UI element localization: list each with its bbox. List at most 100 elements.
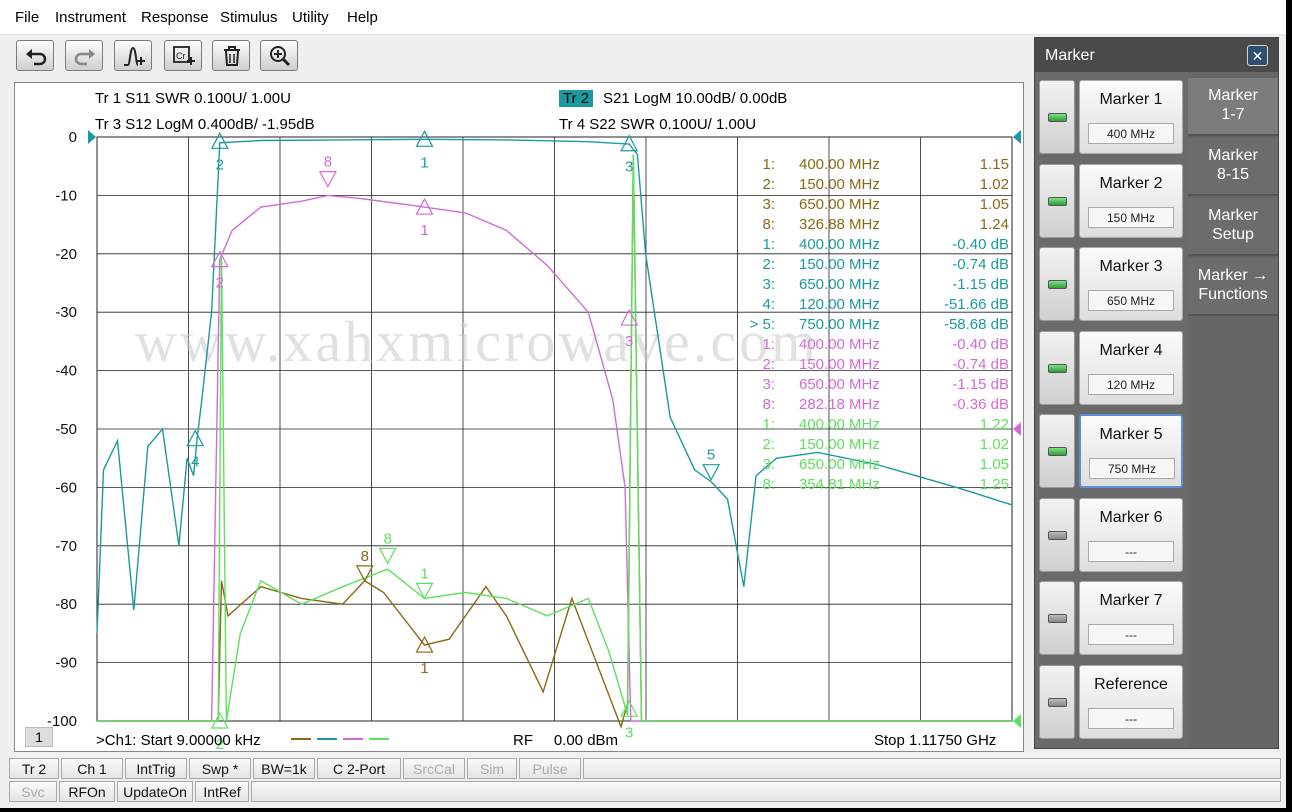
marker-readout-index: 8: [762,216,775,233]
marker-frequency-field[interactable]: --- [1088,707,1174,729]
marker-add-button[interactable] [114,40,152,71]
marker-frequency-field[interactable]: --- [1088,540,1174,562]
menu-utility[interactable]: Utility [292,9,329,26]
tab-marker-2[interactable]: Marker 8-15 [1188,138,1278,196]
led-indicator [1048,280,1067,289]
status-swp[interactable]: Swp * [189,758,251,779]
menu-file[interactable]: File [15,9,39,26]
menu-stimulus[interactable]: Stimulus [220,9,278,26]
marker-reference-button[interactable]: Reference --- [1079,664,1183,739]
marker-readout-index: 1: [762,236,775,253]
marker-readout-index: 2: [762,256,775,273]
marker-readout-frequency: 650.00 MHz [799,276,880,293]
menu-help[interactable]: Help [347,9,378,26]
start-frequency[interactable]: >Ch1: Start 9.00000 kHz [96,732,261,749]
marker-button-7[interactable]: Marker 7 --- [1079,581,1183,655]
marker-toggle-6[interactable] [1039,497,1075,572]
marker-add-icon [124,46,145,66]
y-tick-label: -70 [55,538,77,555]
y-tick-label: -50 [55,421,77,438]
marker-readout-frequency: 400.00 MHz [799,236,880,253]
marker-frequency-field[interactable]: 650 MHz [1088,290,1174,311]
status-pulse[interactable]: Pulse [519,758,581,779]
trace-legend-lines [291,738,389,740]
marker-button-1[interactable]: Marker 1 400 MHz [1079,80,1183,154]
marker-frequency-field[interactable]: 150 MHz [1088,206,1174,228]
marker-toggle-1[interactable] [1039,80,1075,154]
marker-label: 8 [383,530,391,547]
marker-readout-value: 1.15 [980,156,1009,173]
status-ch-1[interactable]: Ch 1 [61,758,123,779]
menu-response[interactable]: Response [141,9,209,26]
marker-toggle-4[interactable] [1039,330,1075,405]
status-intref[interactable]: IntRef [195,781,249,802]
marker-readout-value: -1.15 dB [952,276,1009,293]
undo-icon [26,49,47,66]
status-inttrig[interactable]: IntTrig [125,758,187,779]
marker-toggle-7[interactable] [1039,581,1075,655]
status-filler [251,781,1281,802]
marker-readout-value: -0.74 dB [952,256,1009,273]
marker-label: 2 [216,275,224,292]
tab-marker-1[interactable]: Marker 1-7 [1188,78,1278,136]
marker-toggle-2[interactable] [1039,163,1075,238]
tab-marker-3[interactable]: Marker Setup [1188,198,1278,256]
stop-frequency[interactable]: Stop 1.11750 GHz [874,732,996,749]
status-sim[interactable]: Sim [467,758,517,779]
marker-label: 1 [420,565,428,582]
measurement-window[interactable]: Tr 1 S11 SWR 0.100U/ 1.00U Tr 2 S21 LogM… [14,82,1024,752]
marker-readout-frequency: 354.81 MHz [799,476,880,493]
redo-button[interactable] [65,40,103,71]
tab-label-line2: 1-7 [1221,106,1245,123]
marker-toggle-8[interactable] [1039,664,1075,739]
marker-button-label: Marker 2 [1099,174,1163,192]
status-rfon[interactable]: RFOn [59,781,115,802]
marker-label: 3 [625,724,633,741]
marker-readout-value: -1.15 dB [952,376,1009,393]
marker-readout-index: 8: [762,396,775,413]
tab-label-line1: Marker → [1197,267,1269,284]
status-bw-1k[interactable]: BW=1k [253,758,315,779]
undo-button[interactable] [16,40,54,71]
zoom-button[interactable] [260,40,298,71]
status-updateon[interactable]: UpdateOn [117,781,193,802]
close-icon[interactable]: ✕ [1247,45,1268,66]
copy-trace-button[interactable]: Cr [164,40,202,71]
tab-label-line2: Setup [1212,226,1254,243]
status-tr-2[interactable]: Tr 2 [9,758,59,779]
tab-label-line2: Functions [1198,286,1268,303]
marker-frequency-field[interactable]: --- [1088,624,1174,645]
marker-triangle [186,429,205,447]
y-tick-label: -20 [55,246,77,263]
channel-number-box[interactable]: 1 [25,727,53,747]
marker-frequency-field[interactable]: 400 MHz [1088,123,1174,144]
marker-toggle-3[interactable] [1039,247,1075,321]
marker-button-3[interactable]: Marker 3 650 MHz [1079,247,1183,321]
marker-label: 5 [707,447,715,464]
marker-toggle-5[interactable] [1039,414,1075,488]
marker-frequency-field[interactable]: 120 MHz [1088,373,1174,395]
watermark: www.xahxmicrowave.com [135,309,819,374]
marker-readout-frequency: 400.00 MHz [799,156,880,173]
status-srccal[interactable]: SrcCal [403,758,465,779]
marker-button-5[interactable]: Marker 5 750 MHz [1079,414,1183,488]
menu-instrument[interactable]: Instrument [55,9,126,26]
marker-button-6[interactable]: Marker 6 --- [1079,497,1183,572]
led-indicator [1048,363,1067,373]
status-c-2-port[interactable]: C 2-Port [317,758,401,779]
marker-readout-index: 3: [762,196,775,213]
marker-readout-index: 3: [762,456,775,473]
marker-readout-frequency: 150.00 MHz [799,256,880,273]
marker-button-4[interactable]: Marker 4 120 MHz [1079,330,1183,405]
marker-readout-frequency: 120.00 MHz [799,296,880,313]
trace-plot[interactable]: 0-10-20-30-40-50-60-70-80-90-100 www.xah… [15,83,1023,751]
delete-button[interactable] [212,40,250,71]
marker-label: 1 [420,660,428,677]
marker-frequency-field[interactable]: 750 MHz [1089,458,1175,479]
tab-marker-4[interactable]: Marker → Functions [1188,258,1278,316]
marker-readout-value: -0.40 dB [952,336,1009,353]
rf-power[interactable]: RF 0.00 dBm [513,732,618,749]
marker-button-2[interactable]: Marker 2 150 MHz [1079,163,1183,238]
marker-panel-header: Marker ✕ [1035,38,1278,72]
status-svc[interactable]: Svc [9,781,57,802]
